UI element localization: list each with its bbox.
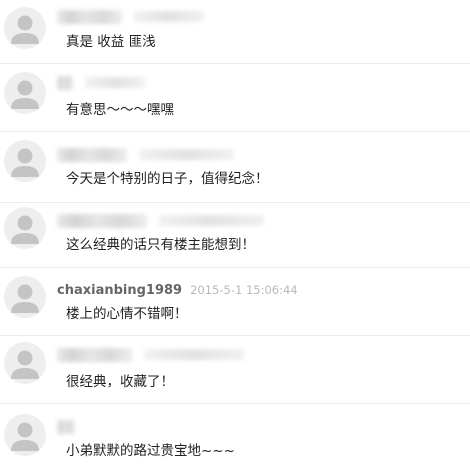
user-avatar-icon[interactable]	[4, 7, 46, 49]
user-avatar-icon[interactable]	[4, 342, 46, 384]
comment-text: 楼上的心情不错啊！	[66, 306, 188, 322]
comment-meta	[57, 8, 204, 24]
timestamp: 2015-5-1 15:06:44	[190, 283, 298, 297]
comment-item: 今天是个特别的日子，值得纪念！	[0, 132, 470, 203]
user-avatar-icon[interactable]	[4, 140, 46, 182]
comment-meta	[57, 346, 244, 362]
user-avatar-icon[interactable]	[4, 72, 46, 114]
comment-item: 有意思～～～嘿嘿	[0, 64, 470, 132]
comment-item: 很经典，收藏了！	[0, 336, 470, 404]
timestamp-redacted	[84, 77, 145, 88]
username-redacted[interactable]	[57, 213, 147, 228]
username-redacted[interactable]	[57, 419, 75, 434]
comment-text: 这么经典的话只有楼主能想到！	[66, 237, 255, 253]
timestamp-redacted	[138, 149, 234, 160]
comment-item: 这么经典的话只有楼主能想到！	[0, 203, 470, 268]
user-avatar-icon[interactable]	[4, 276, 46, 318]
username-redacted[interactable]	[57, 75, 73, 90]
comment-meta	[57, 146, 234, 162]
comment-meta: chaxianbing1989 2015-5-1 15:06:44	[57, 282, 298, 298]
comment-text: 很经典，收藏了！	[66, 374, 174, 390]
timestamp-redacted	[158, 215, 264, 226]
comment-text: 今天是个特别的日子，值得纪念！	[66, 171, 269, 187]
comment-meta	[57, 212, 264, 228]
username-redacted[interactable]	[57, 147, 127, 162]
comment-text: 小弟默默的路过贵宝地~~~	[66, 443, 235, 459]
comment-item: chaxianbing1989 2015-5-1 15:06:44 楼上的心情不错…	[0, 268, 470, 336]
user-avatar-icon[interactable]	[4, 207, 46, 249]
comment-text: 有意思～～～嘿嘿	[66, 102, 174, 118]
comment-feed: 真是 收益 匪浅 有意思～～～嘿嘿 今天是个特别的日子，值得纪念！ 这么经典的话…	[0, 0, 470, 465]
comment-item: 小弟默默的路过贵宝地~~~	[0, 404, 470, 465]
comment-meta	[57, 418, 75, 434]
username-redacted[interactable]	[57, 9, 122, 24]
username-link[interactable]: chaxianbing1989	[57, 283, 182, 298]
username-redacted[interactable]	[57, 347, 132, 362]
timestamp-redacted	[143, 349, 244, 360]
comment-text: 真是 收益 匪浅	[66, 34, 156, 50]
comment-meta	[57, 74, 145, 90]
comment-item: 真是 收益 匪浅	[0, 0, 470, 64]
timestamp-redacted	[133, 11, 204, 22]
user-avatar-icon[interactable]	[4, 414, 46, 456]
